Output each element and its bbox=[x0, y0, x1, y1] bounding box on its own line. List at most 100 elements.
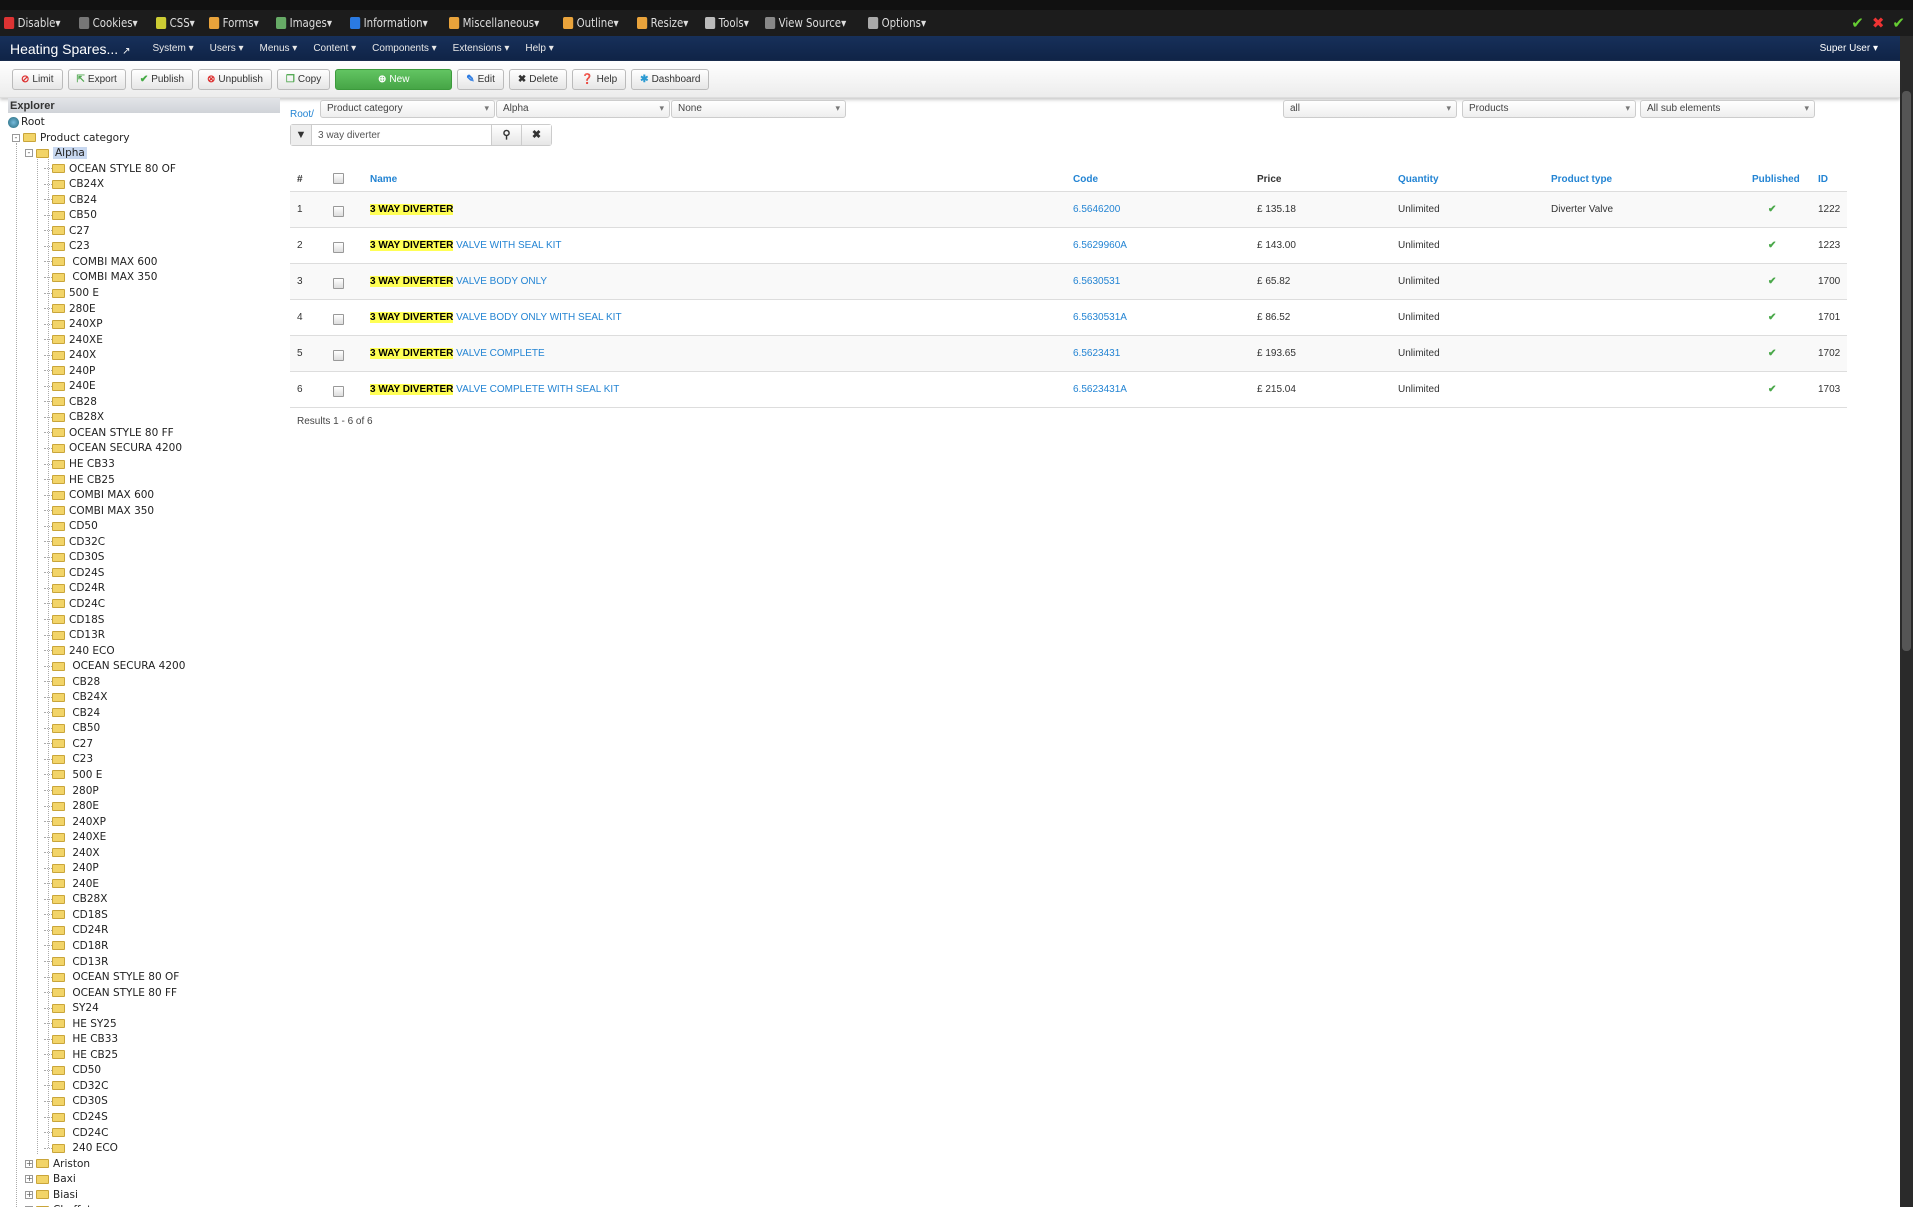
tree-brand[interactable]: + Baxi bbox=[8, 1172, 280, 1188]
published-check-icon[interactable]: ✔ bbox=[1768, 204, 1776, 215]
type-select[interactable]: Products bbox=[1462, 100, 1636, 118]
none-select[interactable]: None bbox=[671, 100, 846, 118]
col-product-type[interactable]: Product type bbox=[1551, 168, 1752, 192]
col-name[interactable]: Name bbox=[370, 168, 1073, 192]
copy-button[interactable]: ❐ Copy bbox=[276, 68, 331, 90]
limit-button[interactable]: ⊘ Limit bbox=[12, 68, 63, 90]
folder-icon bbox=[52, 195, 65, 205]
edit-button[interactable]: ✎ Edit bbox=[457, 68, 504, 90]
category-select[interactable]: Product category bbox=[320, 100, 495, 118]
row-checkbox[interactable] bbox=[333, 277, 344, 289]
row-checkbox[interactable] bbox=[333, 313, 344, 325]
published-check-icon[interactable]: ✔ bbox=[1768, 348, 1776, 359]
product-code-link[interactable]: 6.5646200 bbox=[1073, 204, 1120, 215]
nav-menu-item[interactable]: Components ▾ bbox=[372, 43, 437, 54]
table-row[interactable]: 5 3 WAY DIVERTER VALVE COMPLETE 6.5623431 £… bbox=[290, 335, 1847, 372]
tree-brand[interactable]: + Ariston bbox=[8, 1157, 280, 1173]
col-code[interactable]: Code bbox=[1073, 168, 1257, 192]
alpha-select[interactable]: Alpha bbox=[496, 100, 670, 118]
table-row[interactable]: 2 3 WAY DIVERTER VALVE WITH SEAL KIT 6.562… bbox=[290, 227, 1847, 264]
row-checkbox[interactable] bbox=[333, 385, 344, 397]
col-published[interactable]: Published bbox=[1752, 168, 1818, 192]
table-row[interactable]: 6 3 WAY DIVERTER VALVE COMPLETE WITH SEAL… bbox=[290, 371, 1847, 408]
devbar-menu[interactable]: Miscellaneous▾ bbox=[449, 16, 539, 30]
table-row[interactable]: 3 3 WAY DIVERTER VALVE BODY ONLY 6.5630531… bbox=[290, 263, 1847, 300]
devbar-menu[interactable]: Forms▾ bbox=[209, 16, 259, 30]
product-name-link[interactable]: 3 WAY DIVERTER VALVE WITH SEAL KIT bbox=[370, 239, 562, 251]
product-name-link[interactable]: 3 WAY DIVERTER bbox=[370, 203, 454, 215]
error-icon[interactable]: ✖ bbox=[1872, 14, 1885, 32]
row-checkbox[interactable] bbox=[333, 349, 344, 361]
published-check-icon[interactable]: ✔ bbox=[1768, 312, 1776, 323]
tree-node-label: CD32C bbox=[69, 535, 106, 548]
nav-menu-item[interactable]: Menus ▾ bbox=[260, 43, 298, 54]
devbar-menu[interactable]: Information▾ bbox=[349, 16, 427, 30]
devbar-menu[interactable]: Disable▾ bbox=[4, 16, 61, 30]
expand-icon[interactable]: + bbox=[25, 1190, 33, 1199]
product-name-link[interactable]: 3 WAY DIVERTER VALVE BODY ONLY bbox=[370, 275, 547, 287]
published-check-icon[interactable]: ✔ bbox=[1768, 240, 1776, 251]
expand-icon[interactable]: + bbox=[25, 1159, 33, 1168]
table-row[interactable]: 1 3 WAY DIVERTER 6.5646200 £ 135.18 Unlimite… bbox=[290, 191, 1847, 228]
devbar-menu[interactable]: Images▾ bbox=[275, 16, 332, 30]
unpublish-button[interactable]: ⊗ Unpublish bbox=[198, 68, 272, 90]
dashboard-button[interactable]: ✱ Dashboard bbox=[631, 68, 710, 90]
new-button[interactable]: ⊕ New bbox=[335, 68, 453, 90]
devbar-menu[interactable]: Outline▾ bbox=[563, 16, 619, 30]
devbar-menu[interactable]: Tools▾ bbox=[705, 16, 749, 30]
product-name-link[interactable]: 3 WAY DIVERTER VALVE COMPLETE WITH SEAL … bbox=[370, 383, 619, 395]
page-scrollbar[interactable] bbox=[1900, 36, 1913, 1207]
folder-icon bbox=[52, 428, 65, 438]
published-check-icon[interactable]: ✔ bbox=[1768, 276, 1776, 287]
nav-menu-item[interactable]: System ▾ bbox=[152, 43, 193, 54]
code-cell: 6.5629960A bbox=[1073, 227, 1257, 264]
search-input[interactable] bbox=[312, 125, 491, 145]
row-checkbox[interactable] bbox=[333, 205, 344, 217]
collapse-icon[interactable]: - bbox=[25, 149, 33, 158]
product-code-link[interactable]: 6.5630531A bbox=[1073, 312, 1127, 323]
export-button[interactable]: ⇱ Export bbox=[67, 68, 126, 90]
product-name-link[interactable]: 3 WAY DIVERTER VALVE COMPLETE bbox=[370, 347, 545, 359]
devbar-menu[interactable]: Cookies▾ bbox=[78, 16, 137, 30]
nav-menu-item[interactable]: Help ▾ bbox=[525, 43, 553, 54]
collapse-icon[interactable]: - bbox=[12, 133, 20, 142]
product-name-link[interactable]: 3 WAY DIVERTER VALVE BODY ONLY WITH SEAL… bbox=[370, 311, 622, 323]
product-code-link[interactable]: 6.5630531 bbox=[1073, 276, 1120, 287]
product-code-link[interactable]: 6.5629960A bbox=[1073, 240, 1127, 251]
published-check-icon[interactable]: ✔ bbox=[1768, 384, 1776, 395]
table-row[interactable]: 4 3 WAY DIVERTER VALVE BODY ONLY WITH SEA… bbox=[290, 299, 1847, 336]
nav-menu-item[interactable]: Content ▾ bbox=[313, 43, 356, 54]
product-code-link[interactable]: 6.5623431A bbox=[1073, 384, 1127, 395]
tree-product-category[interactable]: - Product category bbox=[8, 131, 280, 147]
tree-node-label: 500 E bbox=[69, 768, 103, 781]
product-code-link[interactable]: 6.5623431 bbox=[1073, 348, 1120, 359]
col-quantity[interactable]: Quantity bbox=[1398, 168, 1551, 192]
tree-root[interactable]: Root bbox=[8, 115, 280, 131]
user-menu[interactable]: Super User ▾ bbox=[1820, 43, 1878, 54]
delete-button[interactable]: ✖ Delete bbox=[508, 68, 568, 90]
devbar-menu[interactable]: View Source▾ bbox=[764, 16, 846, 30]
devbar-menu[interactable]: CSS▾ bbox=[155, 16, 194, 30]
publish-button[interactable]: ✔ Publish bbox=[130, 68, 194, 90]
status-select[interactable]: all bbox=[1283, 100, 1457, 118]
sub-elements-select[interactable]: All sub elements bbox=[1640, 100, 1815, 118]
breadcrumb-root[interactable]: Root/ bbox=[290, 109, 314, 120]
clear-button[interactable]: ✖ bbox=[521, 125, 551, 145]
valid-check-icon[interactable]: ✔ bbox=[1851, 14, 1864, 32]
help-button[interactable]: ❓ Help bbox=[572, 68, 627, 90]
tree-brand[interactable]: + Biasi bbox=[8, 1188, 280, 1204]
nav-menu-item[interactable]: Users ▾ bbox=[210, 43, 244, 54]
tree-brand[interactable]: +Chaffoteaux bbox=[8, 1203, 280, 1207]
nav-menu-item[interactable]: Extensions ▾ bbox=[453, 43, 510, 54]
devbar-menu[interactable]: Options▾ bbox=[868, 16, 926, 30]
row-checkbox[interactable] bbox=[333, 241, 344, 253]
col-id[interactable]: ID bbox=[1818, 168, 1847, 192]
scrollbar-thumb[interactable] bbox=[1902, 91, 1911, 651]
search-button[interactable]: ⚲ bbox=[491, 125, 521, 145]
devbar-menu[interactable]: Resize▾ bbox=[636, 16, 688, 30]
select-all-checkbox[interactable] bbox=[333, 173, 344, 185]
site-title[interactable]: Heating Spares... ↗ bbox=[10, 41, 130, 57]
product-type-cell bbox=[1551, 227, 1752, 264]
valid-check-icon[interactable]: ✔ bbox=[1892, 14, 1905, 32]
expand-icon[interactable]: + bbox=[25, 1175, 33, 1184]
